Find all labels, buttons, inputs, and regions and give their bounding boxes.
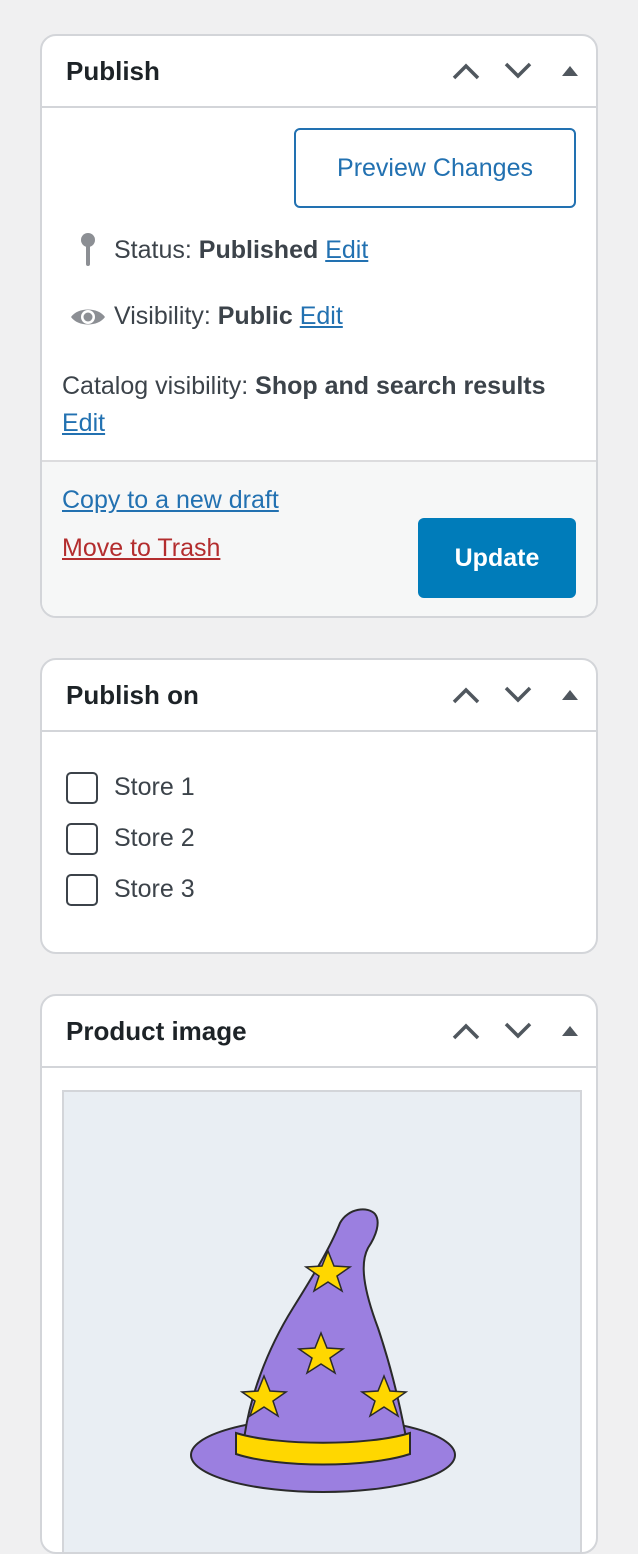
status-label: Status:: [114, 235, 192, 264]
catalog-visibility-label: Catalog visibility:: [62, 372, 249, 400]
eye-icon: [62, 304, 114, 330]
publish-move-up-button[interactable]: [440, 36, 492, 106]
visibility-edit-link[interactable]: Edit: [300, 302, 343, 331]
publish-move-down-button[interactable]: [492, 36, 544, 106]
publish-on-move-down-button[interactable]: [492, 660, 544, 730]
store-list: Store 1 Store 2 Store 3: [42, 732, 596, 915]
store-2-label: Store 2: [114, 824, 195, 852]
publish-panel-header: Publish: [42, 36, 596, 108]
product-image-toggle-button[interactable]: [544, 996, 596, 1066]
chevron-down-icon: [504, 1022, 532, 1039]
store-3-checkbox[interactable]: [66, 873, 98, 906]
product-image-panel-header: Product image: [42, 996, 596, 1068]
visibility-row: Visibility: Public Edit: [62, 302, 343, 331]
publish-on-panel-header: Publish on: [42, 660, 596, 732]
store-option: Store 1: [66, 762, 596, 813]
publish-on-panel: Publish on Store 1 Store 2 Store 3: [40, 658, 598, 954]
triangle-up-icon: [562, 66, 578, 76]
store-1-checkbox[interactable]: [66, 771, 98, 804]
status-value: Published: [198, 235, 319, 264]
store-3-label: Store 3: [114, 875, 195, 903]
chevron-down-icon: [504, 686, 532, 703]
preview-changes-button[interactable]: Preview Changes: [294, 128, 576, 208]
product-image-panel-title: Product image: [66, 1015, 247, 1046]
product-image-thumbnail[interactable]: [62, 1090, 582, 1552]
chevron-up-icon: [452, 1023, 480, 1040]
triangle-up-icon: [562, 690, 578, 700]
store-option: Store 3: [66, 864, 596, 915]
publish-panel-controls: [440, 36, 596, 106]
publish-on-panel-title: Publish on: [66, 679, 199, 710]
product-image-panel: Product image: [40, 994, 598, 1554]
store-option: Store 2: [66, 813, 596, 864]
move-to-trash-link[interactable]: Move to Trash: [62, 534, 220, 563]
wizard-hat-image: [190, 1208, 456, 1493]
chevron-up-icon: [452, 63, 480, 80]
publish-on-panel-controls: [440, 660, 596, 730]
pin-icon: [62, 232, 114, 268]
copy-to-draft-link[interactable]: Copy to a new draft: [62, 486, 279, 515]
product-image-move-up-button[interactable]: [440, 996, 492, 1066]
visibility-value: Public: [217, 302, 293, 330]
product-image-panel-controls: [440, 996, 596, 1066]
publish-panel-title: Publish: [66, 55, 160, 86]
chevron-down-icon: [504, 62, 532, 79]
store-1-label: Store 1: [114, 773, 195, 801]
catalog-visibility-edit-link[interactable]: Edit: [62, 409, 105, 437]
publish-toggle-button[interactable]: [544, 36, 596, 106]
publish-on-toggle-button[interactable]: [544, 660, 596, 730]
publish-on-move-up-button[interactable]: [440, 660, 492, 730]
triangle-up-icon: [562, 1026, 578, 1036]
chevron-up-icon: [452, 687, 480, 704]
publish-actions: Copy to a new draft Move to Trash Update: [42, 460, 596, 616]
catalog-visibility-value: Shop and search results: [255, 372, 546, 400]
product-image-move-down-button[interactable]: [492, 996, 544, 1066]
status-edit-link[interactable]: Edit: [325, 236, 368, 265]
update-button[interactable]: Update: [418, 518, 576, 598]
publish-body: Preview Changes Status: Published Edit V…: [42, 108, 596, 458]
publish-panel: Publish Preview Changes Status: Publishe…: [40, 34, 598, 618]
status-row: Status: Published Edit: [62, 232, 368, 268]
store-2-checkbox[interactable]: [66, 822, 98, 855]
visibility-label: Visibility:: [114, 302, 211, 330]
catalog-visibility-row: Catalog visibility: Shop and search resu…: [62, 368, 562, 442]
